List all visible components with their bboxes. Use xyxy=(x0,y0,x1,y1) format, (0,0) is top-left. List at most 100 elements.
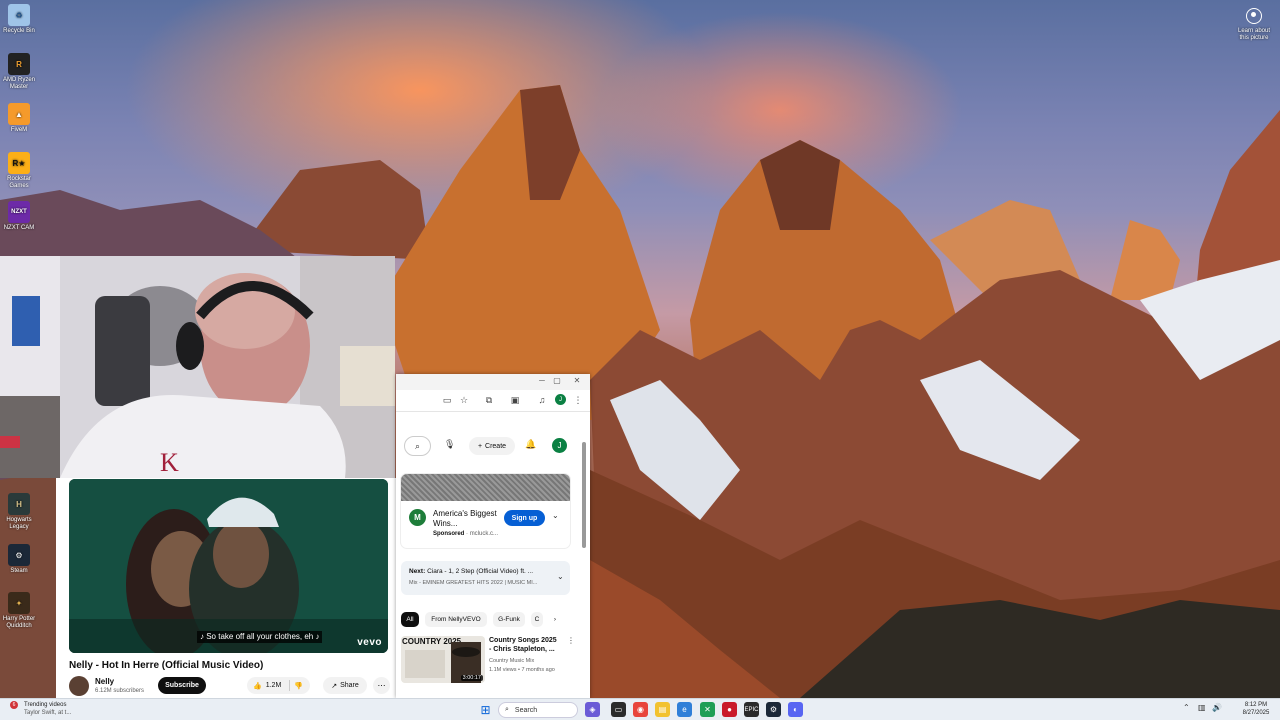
volume-icon[interactable]: 🔊 xyxy=(1212,703,1222,712)
network-icon[interactable]: ▥ xyxy=(1198,703,1206,712)
desktop-icon-harry-potter-quidditch[interactable]: ✦ Harry Potter Quidditch xyxy=(2,592,36,630)
recommended-video[interactable]: COUNTRY 2025 3:00:17 Country Songs 2025 … xyxy=(401,636,581,684)
media-control-icon[interactable]: ♫ xyxy=(536,395,548,405)
chip-g-funk[interactable]: G-Funk xyxy=(493,612,525,627)
chevron-right-icon[interactable]: › xyxy=(549,612,561,627)
desktop-icon-label: FiveM xyxy=(10,127,28,133)
browser-menu-icon[interactable]: ⋮ xyxy=(572,395,584,406)
chip-more[interactable]: C xyxy=(531,612,543,627)
widget-subtitle: Taylor Swift, at t... xyxy=(24,710,72,716)
recommended-channel: Country Music Mix xyxy=(489,658,535,664)
desktop-icon-fivem[interactable]: ▲ FiveM xyxy=(2,103,36,134)
next-title: Ciara - 1, 2 Step (Official Video) ft. .… xyxy=(427,568,534,575)
webcam-overlay: K xyxy=(0,256,395,478)
start-windows-icon[interactable]: ⊞ xyxy=(478,702,493,717)
search-button[interactable]: ⌕ xyxy=(404,436,431,456)
recycle-bin-icon: ♻ xyxy=(8,4,30,26)
steam-taskbar-icon[interactable]: ⚙ xyxy=(766,702,781,717)
like-dislike-button[interactable]: 👍 1.2M 👎 xyxy=(247,677,310,694)
nzxt-icon: NZXT xyxy=(8,201,30,223)
desktop-icon-label: Harry Potter Quidditch xyxy=(2,616,36,629)
hogwarts-icon: H xyxy=(8,493,30,515)
create-button[interactable]: + Create xyxy=(469,437,515,455)
microphone-icon[interactable]: 🎙 xyxy=(444,439,455,450)
copilot-icon[interactable]: ◈ xyxy=(585,702,600,717)
desktop-icon-steam[interactable]: ⚙ Steam xyxy=(2,544,36,575)
clock-date: 8/27/2025 xyxy=(1242,710,1270,716)
taskbar-search[interactable]: ⌕ Search xyxy=(498,702,578,718)
maximize-icon[interactable]: ▢ xyxy=(551,376,563,385)
learn-about-label: Learn about this picture xyxy=(1237,28,1271,41)
taskbar: 6 Trending videos Taylor Swift, at t... … xyxy=(0,698,1280,720)
subscriber-count: 6.12M subscribers xyxy=(95,688,145,694)
chip-from-nellyvevo[interactable]: From NellyVEVO xyxy=(425,612,487,627)
recommended-thumbnail[interactable]: COUNTRY 2025 3:00:17 xyxy=(401,636,485,683)
profile-avatar[interactable]: J xyxy=(555,394,566,405)
desktop-icon-nzxt-cam[interactable]: NZXT NZXT CAM xyxy=(2,201,36,232)
red-app-icon[interactable]: ● xyxy=(722,702,737,717)
ad-title: America's Biggest Wins... xyxy=(433,509,497,528)
task-view-icon[interactable]: ▭ xyxy=(611,702,626,717)
chrome-icon[interactable]: ◉ xyxy=(633,702,648,717)
more-actions-button[interactable]: ⋯ xyxy=(373,677,390,694)
notifications-bell-icon[interactable]: 🔔 xyxy=(525,439,536,450)
chevron-down-icon[interactable]: ⌄ xyxy=(557,572,564,581)
up-next-subtitle: Mix - EMINEM GREATEST HITS 2022 | MUSIC … xyxy=(409,580,538,586)
xbox-icon[interactable]: ✕ xyxy=(700,702,715,717)
desktop-icon-label: Rockstar Games xyxy=(7,176,31,189)
subscribe-button[interactable]: Subscribe xyxy=(158,677,206,694)
epic-games-icon[interactable]: EPIC xyxy=(744,702,759,717)
video-player[interactable]: ♪ So take off all your clothes, eh ♪ vev… xyxy=(69,479,388,653)
ad-domain: mcluck.c... xyxy=(469,531,499,537)
widgets-button[interactable]: 6 Trending videos Taylor Swift, at t... xyxy=(10,701,100,719)
minimize-icon[interactable]: ─ xyxy=(536,376,548,385)
video-duration: 3:00:17 xyxy=(460,675,483,681)
tab-search-icon[interactable]: ▣ xyxy=(509,395,521,406)
sign-up-button[interactable]: Sign up xyxy=(504,510,545,526)
camera-icon xyxy=(1246,8,1262,24)
ad-banner-image xyxy=(401,474,570,501)
divider xyxy=(289,680,291,691)
desktop-icon-hogwarts-legacy[interactable]: H Hogwarts Legacy xyxy=(2,493,36,531)
search-icon: ⌕ xyxy=(505,706,509,713)
steam-icon: ⚙ xyxy=(8,544,30,566)
youtube-watch-panel: ♪ So take off all your clothes, eh ♪ vev… xyxy=(56,478,396,698)
discord-icon[interactable]: ◐ xyxy=(788,702,803,717)
channel-row: Nelly 6.12M subscribers Subscribe 👍 1.2M… xyxy=(69,676,394,696)
sponsored-ad-card[interactable]: M America's Biggest Wins... Sponsored · … xyxy=(401,474,570,548)
up-next-title-line: Next: Ciara - 1, 2 Step (Official Video)… xyxy=(409,568,549,575)
recommended-title: Country Songs 2025 - Chris Stapleton, ..… xyxy=(489,637,557,653)
desktop-icon-rockstar-games[interactable]: R★ Rockstar Games xyxy=(2,152,36,190)
up-next-card[interactable]: Next: Ciara - 1, 2 Step (Official Video)… xyxy=(401,561,570,595)
system-clock[interactable]: 8:12 PM 8/27/2025 xyxy=(1236,701,1276,717)
search-label: Search xyxy=(514,706,538,714)
youtube-avatar[interactable]: J xyxy=(552,438,567,453)
thumbs-down-icon[interactable]: 👎 xyxy=(294,682,303,690)
scrollbar-thumb[interactable] xyxy=(582,442,586,548)
channel-name[interactable]: Nelly xyxy=(95,677,114,686)
file-explorer-icon[interactable]: ▤ xyxy=(655,702,670,717)
desktop-icon-recycle-bin[interactable]: ♻ Recycle Bin xyxy=(2,4,36,35)
next-label: Next: xyxy=(409,568,426,575)
close-icon[interactable]: ✕ xyxy=(571,376,583,385)
browser-window: ─ ▢ ✕ ▭ ☆ ⧉ ▣ ♫ J ⋮ ⌕ 🎙 + Create 🔔 J M A… xyxy=(396,374,590,698)
desktop-icon-label: Hogwarts Legacy xyxy=(6,517,32,530)
webcam-feed-image: K xyxy=(0,256,395,478)
extensions-icon[interactable]: ⧉ xyxy=(483,395,495,406)
search-icon: ⌕ xyxy=(414,440,421,451)
more-options-icon[interactable]: ⋮ xyxy=(567,636,575,645)
desktop-icon-label: NZXT CAM xyxy=(3,225,35,231)
learn-about-picture[interactable]: Learn about this picture xyxy=(1236,8,1272,42)
desktop-icon-amd-ryzen-master[interactable]: R AMD Ryzen Master xyxy=(2,53,36,91)
cast-icon[interactable]: ▭ xyxy=(441,395,453,406)
share-button[interactable]: ↗ Share xyxy=(323,677,367,694)
create-label: Create xyxy=(485,442,507,450)
chevron-down-icon[interactable]: ⌄ xyxy=(552,511,559,520)
bookmark-star-icon[interactable]: ☆ xyxy=(458,395,470,406)
edge-icon[interactable]: e xyxy=(677,702,692,717)
channel-avatar[interactable] xyxy=(69,676,89,696)
share-label: Share xyxy=(340,682,359,689)
chip-all[interactable]: All xyxy=(401,612,419,627)
plus-icon: + xyxy=(477,442,483,450)
chevron-up-icon[interactable]: ⌃ xyxy=(1183,703,1190,712)
